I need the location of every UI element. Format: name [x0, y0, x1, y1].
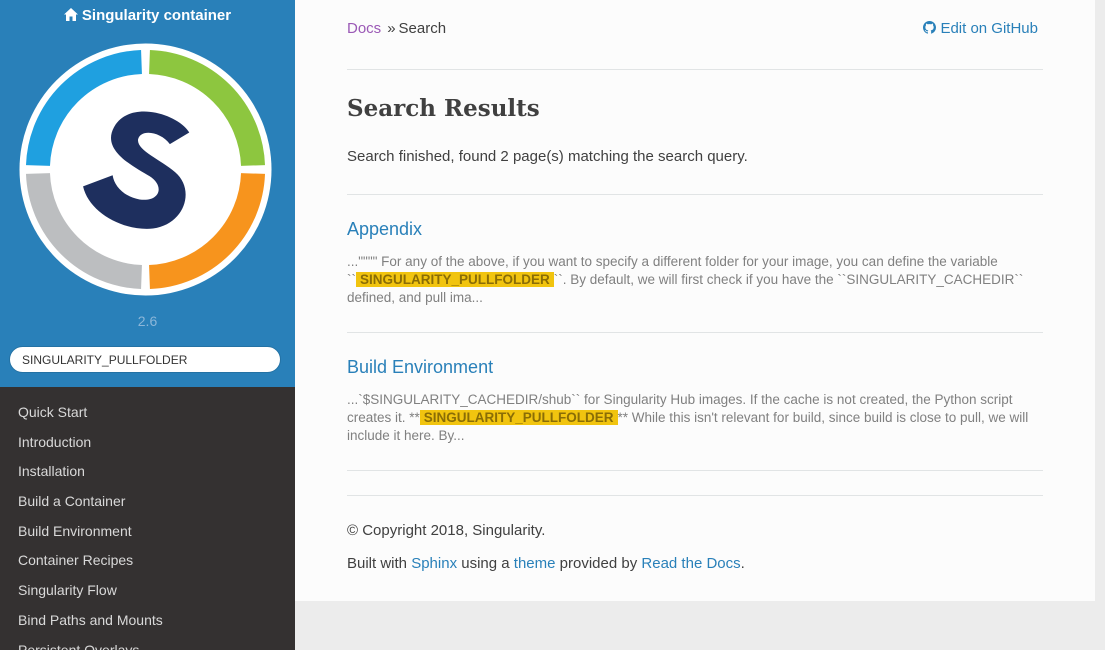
sidebar-nav-item[interactable]: Build Environment — [0, 517, 295, 547]
sphinx-link[interactable]: Sphinx — [411, 555, 457, 572]
result-context: ...`$SINGULARITY_CACHEDIR/shub`` for Sin… — [347, 391, 1043, 445]
breadcrumb-divider — [347, 69, 1043, 70]
built-with-text: Built with Sphinx using a theme provided… — [347, 555, 745, 572]
sidebar-nav-item[interactable]: Introduction — [0, 428, 295, 458]
sidebar-nav-item[interactable]: Container Recipes — [0, 546, 295, 576]
edit-on-github-label: Edit on GitHub — [940, 20, 1038, 37]
version-label: 2.6 — [137, 313, 158, 329]
edit-on-github-link[interactable]: Edit on GitHub — [923, 19, 1038, 39]
sidebar-nav-item[interactable]: Quick Start — [0, 398, 295, 428]
breadcrumb-current: Search — [398, 20, 447, 37]
copyright-text: © Copyright 2018, Singularity. — [347, 522, 546, 539]
provided-by-label: provided by — [559, 555, 638, 572]
result-context: ..."""" For any of the above, if you wan… — [347, 253, 1043, 307]
sidebar-header: Singularity container 2.6 — [0, 0, 295, 387]
project-name: Singularity container — [81, 7, 232, 24]
page-title: Search Results — [347, 95, 540, 122]
sidebar-nav-item[interactable]: Build a Container — [0, 487, 295, 517]
home-icon — [63, 8, 78, 21]
sidebar-nav: Quick Start Introduction Installation Build… — [0, 398, 295, 650]
sidebar: Singularity container 2.6 Quick StartInt… — [0, 0, 295, 650]
sidebar-nav-item[interactable]: Persistent Overlays — [0, 636, 295, 650]
using-a-label: using a — [461, 555, 510, 572]
results-divider — [347, 194, 1043, 195]
built-with-label: Built with — [347, 555, 408, 572]
breadcrumb: Docs » Search Edit on GitHub — [347, 19, 1043, 39]
footer-period: . — [740, 555, 745, 572]
read-the-docs-link[interactable]: Read the Docs — [641, 555, 740, 572]
breadcrumb-docs-link[interactable]: Docs — [347, 20, 381, 37]
search-highlight: SINGULARITY_PULLFOLDER — [419, 410, 618, 425]
sidebar-nav-item[interactable]: Bind Paths and Mounts — [0, 606, 295, 636]
github-icon — [923, 21, 937, 34]
theme-link[interactable]: theme — [514, 555, 556, 572]
search-summary: Search finished, found 2 page(s) matchin… — [347, 148, 748, 165]
search-input[interactable] — [9, 346, 281, 373]
result-divider — [347, 470, 1043, 471]
sidebar-nav-item[interactable]: Singularity Flow — [0, 576, 295, 606]
project-home-link[interactable]: Singularity container — [0, 6, 295, 26]
singularity-logo[interactable] — [19, 43, 272, 296]
result-divider — [347, 332, 1043, 333]
result-title-link[interactable]: Build Environment — [347, 357, 493, 378]
search-highlight: SINGULARITY_PULLFOLDER — [356, 272, 554, 287]
result-title-link[interactable]: Appendix — [347, 219, 422, 240]
breadcrumb-separator: » — [387, 20, 396, 37]
sidebar-nav-item[interactable]: Installation — [0, 457, 295, 487]
main-content: Docs » Search Edit on GitHub Search Result… — [295, 0, 1095, 601]
footer-divider — [347, 495, 1043, 496]
